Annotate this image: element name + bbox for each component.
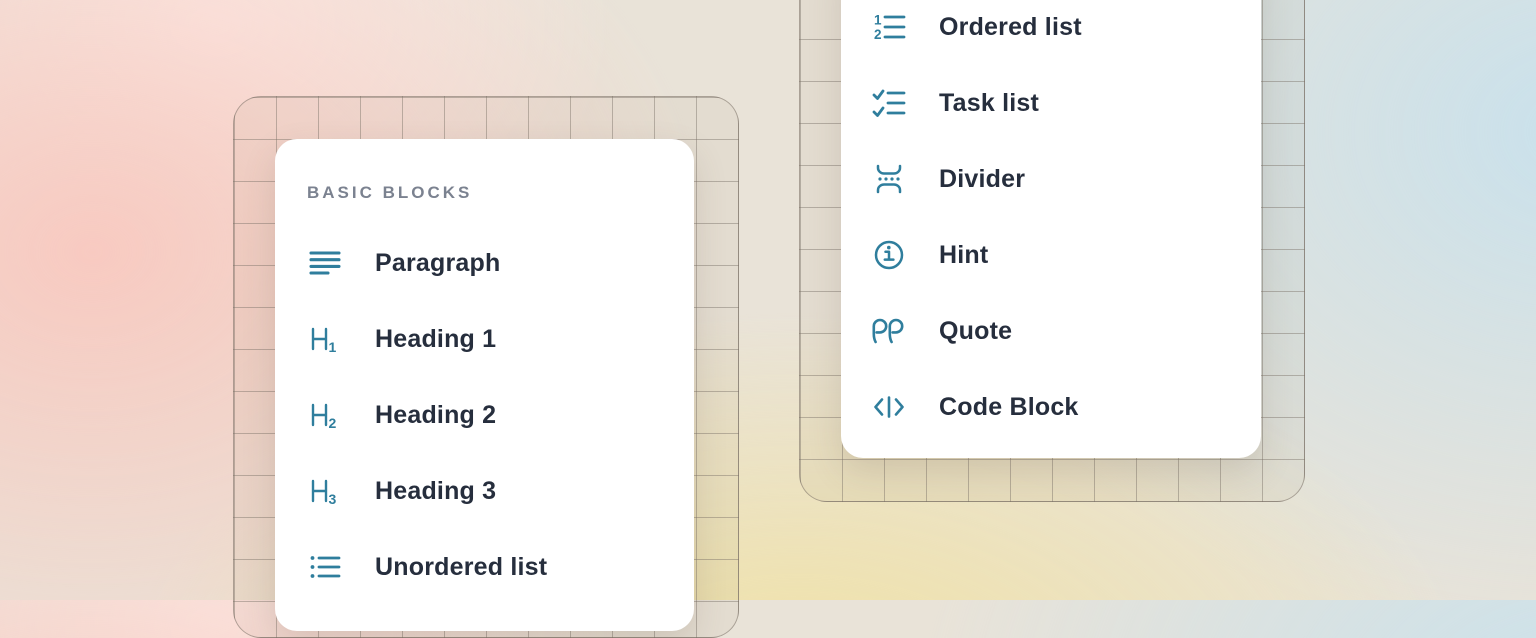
menu-item-label: Quote: [939, 317, 1012, 346]
paragraph-icon: [307, 245, 343, 281]
menu-list-left: Paragraph 1 Heading 1 2 Heading 2 3 Head…: [275, 225, 694, 605]
ordered-list-icon: 1 2: [871, 9, 907, 45]
basic-blocks-menu: BASIC BLOCKS Paragraph 1 Heading 1 2 Hea…: [275, 139, 694, 631]
task-list-icon: [871, 85, 907, 121]
menu-section-title: BASIC BLOCKS: [307, 183, 694, 203]
menu-item-label: Ordered list: [939, 13, 1082, 42]
menu-item-task-list[interactable]: Task list: [841, 65, 1261, 141]
menu-item-label: Code Block: [939, 393, 1079, 422]
menu-item-quote[interactable]: Quote: [841, 293, 1261, 369]
menu-item-ordered-list[interactable]: 1 2 Ordered list: [841, 0, 1261, 65]
menu-item-code-block[interactable]: Code Block: [841, 369, 1261, 445]
menu-item-divider[interactable]: Divider: [841, 141, 1261, 217]
menu-item-unordered-list[interactable]: Unordered list: [275, 529, 694, 605]
menu-item-heading-3[interactable]: 3 Heading 3: [275, 453, 694, 529]
svg-text:2: 2: [874, 27, 882, 42]
menu-item-heading-2[interactable]: 2 Heading 2: [275, 377, 694, 453]
menu-item-label: Unordered list: [375, 553, 547, 582]
menu-item-hint[interactable]: Hint: [841, 217, 1261, 293]
divider-icon: [871, 161, 907, 197]
menu-item-label: Hint: [939, 241, 988, 270]
menu-item-label: Heading 1: [375, 325, 496, 354]
menu-item-label: Heading 2: [375, 401, 496, 430]
menu-item-label: Paragraph: [375, 249, 500, 278]
svg-text:1: 1: [874, 13, 882, 28]
unordered-list-icon: [307, 549, 343, 585]
hint-icon: [871, 237, 907, 273]
menu-item-label: Divider: [939, 165, 1025, 194]
heading-2-icon: 2: [307, 397, 343, 433]
menu-item-label: Task list: [939, 89, 1039, 118]
heading-3-icon: 3: [307, 473, 343, 509]
menu-list-right: 1 2 Ordered list Task list Divider Hint …: [841, 0, 1261, 445]
quote-icon: [871, 313, 907, 349]
code-block-icon: [871, 389, 907, 425]
blocks-menu-continued: 1 2 Ordered list Task list Divider Hint …: [841, 0, 1261, 458]
menu-item-label: Heading 3: [375, 477, 496, 506]
menu-item-heading-1[interactable]: 1 Heading 1: [275, 301, 694, 377]
menu-item-paragraph[interactable]: Paragraph: [275, 225, 694, 301]
svg-text:2: 2: [329, 415, 337, 431]
svg-text:3: 3: [329, 491, 337, 507]
heading-1-icon: 1: [307, 321, 343, 357]
svg-text:1: 1: [329, 339, 337, 355]
